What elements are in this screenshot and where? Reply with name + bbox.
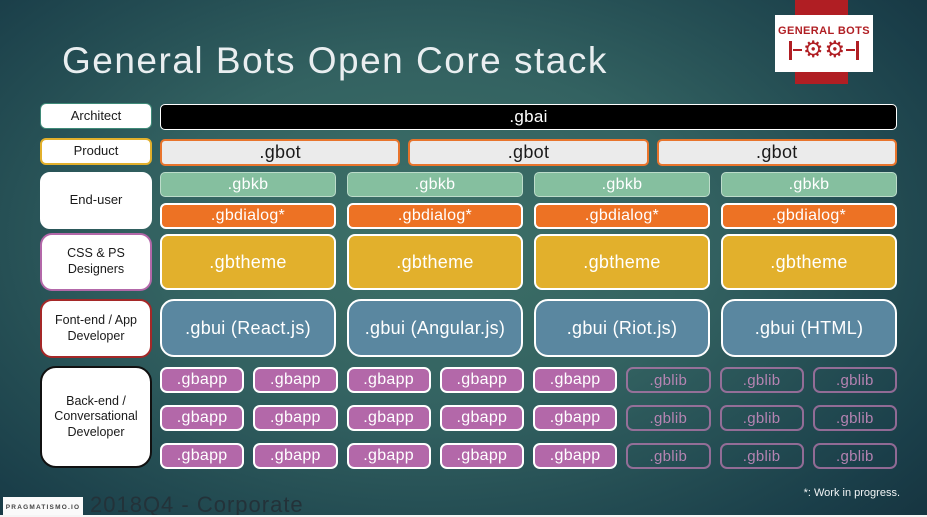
stack-box-gbkb: .gbkb	[160, 172, 336, 197]
stack-box-gbui-html: .gbui (HTML)	[721, 299, 897, 357]
row-label-architect: Architect	[40, 103, 152, 129]
stack-box-gbapp: .gbapp	[253, 405, 338, 431]
stack-box-gblib: .gblib	[719, 405, 804, 431]
stack-box-gblib: .gblib	[812, 367, 897, 393]
row-gbapp-2: .gbapp .gbapp .gbapp .gbapp .gbapp .gbli…	[160, 405, 897, 431]
row-gbapp-3: .gbapp .gbapp .gbapp .gbapp .gbapp .gbli…	[160, 443, 897, 469]
stack-box-gbapp: .gbapp	[253, 367, 338, 393]
stack-box-gbapp: .gbapp	[253, 443, 338, 469]
stack-box-gbdialog: .gbdialog*	[160, 203, 336, 229]
row-label-frontend-app-developer: Font-end / App Developer	[40, 299, 152, 358]
work-in-progress-note: *: Work in progress.	[803, 487, 900, 499]
gear-icon: ⚙	[824, 36, 846, 63]
stack-box-gbapp: .gbapp	[346, 367, 431, 393]
stack-box-gbapp: .gbapp	[160, 443, 245, 469]
general-bots-logo: GENERAL BOTS ⚙ ⚙	[775, 15, 873, 72]
stack-box-gbtheme: .gbtheme	[347, 234, 523, 290]
row-label-product: Product	[40, 138, 152, 165]
stack-box-gbapp: .gbapp	[533, 405, 618, 431]
stack-box-gbui-riot: .gbui (Riot.js)	[534, 299, 710, 357]
row-label-backend-conversational-developer: Back-end / Conversational Developer	[40, 366, 152, 468]
stack-box-gbot: .gbot	[656, 139, 897, 166]
stack-box-gblib: .gblib	[812, 405, 897, 431]
stack-box-gbapp: .gbapp	[439, 367, 524, 393]
pragmatismo-badge: PRAGMATISMO.IO	[3, 497, 83, 517]
stack-box-gbkb: .gbkb	[347, 172, 523, 197]
stack-box-gblib: .gblib	[626, 367, 711, 393]
stack-box-gblib: .gblib	[719, 367, 804, 393]
stack-box-gbtheme: .gbtheme	[721, 234, 897, 290]
row-gbapp-1: .gbapp .gbapp .gbapp .gbapp .gbapp .gbli…	[160, 367, 897, 393]
stack-box-gbapp: .gbapp	[160, 367, 245, 393]
stack-box-gbapp: .gbapp	[533, 367, 618, 393]
footer-version-text: 2018Q4 - Corporate	[90, 492, 304, 517]
stack-box-gbtheme: .gbtheme	[534, 234, 710, 290]
stack-box-gblib: .gblib	[812, 443, 897, 469]
row-gbdialog: .gbdialog* .gbdialog* .gbdialog* .gbdial…	[160, 203, 897, 229]
gear-line-left	[792, 48, 802, 52]
stack-box-gbdialog: .gbdialog*	[347, 203, 523, 229]
row-label-end-user: End-user	[40, 172, 152, 229]
gear-bar-left	[789, 40, 792, 60]
slide-background: General Bots Open Core stack GENERAL BOT…	[0, 0, 927, 517]
stack-box-gbdialog: .gbdialog*	[721, 203, 897, 229]
stack-box-gbtheme: .gbtheme	[160, 234, 336, 290]
stack-box-gbui-angular: .gbui (Angular.js)	[347, 299, 523, 357]
stack-box-gbot: .gbot	[160, 139, 401, 166]
stack-box-gbkb: .gbkb	[721, 172, 897, 197]
gears-icon: ⚙ ⚙	[789, 36, 859, 63]
stack-box-gbapp: .gbapp	[346, 443, 431, 469]
stack-box-gbapp: .gbapp	[439, 443, 524, 469]
stack-box-gbkb: .gbkb	[534, 172, 710, 197]
row-gbai: .gbai	[160, 104, 897, 130]
stack-box-gbapp: .gbapp	[346, 405, 431, 431]
row-gbtheme: .gbtheme .gbtheme .gbtheme .gbtheme	[160, 234, 897, 290]
row-gbkb: .gbkb .gbkb .gbkb .gbkb	[160, 172, 897, 197]
gear-bar-right	[856, 40, 859, 60]
stack-box-gbapp: .gbapp	[160, 405, 245, 431]
logo-brand-text: GENERAL BOTS	[778, 25, 870, 37]
gear-line-right	[846, 48, 856, 52]
row-gbui: .gbui (React.js) .gbui (Angular.js) .gbu…	[160, 299, 897, 357]
page-title: General Bots Open Core stack	[62, 40, 608, 81]
gear-icon: ⚙	[802, 36, 824, 63]
stack-box-gbot: .gbot	[408, 139, 649, 166]
stack-box-gblib: .gblib	[626, 443, 711, 469]
stack-box-gbdialog: .gbdialog*	[534, 203, 710, 229]
stack-box-gbui-react: .gbui (React.js)	[160, 299, 336, 357]
stack-box-gbapp: .gbapp	[439, 405, 524, 431]
stack-box-gblib: .gblib	[719, 443, 804, 469]
stack-box-gblib: .gblib	[626, 405, 711, 431]
stack-box-gbai: .gbai	[160, 104, 897, 130]
stack-box-gbapp: .gbapp	[533, 443, 618, 469]
row-gbot: .gbot .gbot .gbot	[160, 139, 897, 166]
row-label-css-ps-designers: CSS & PS Designers	[40, 233, 152, 291]
